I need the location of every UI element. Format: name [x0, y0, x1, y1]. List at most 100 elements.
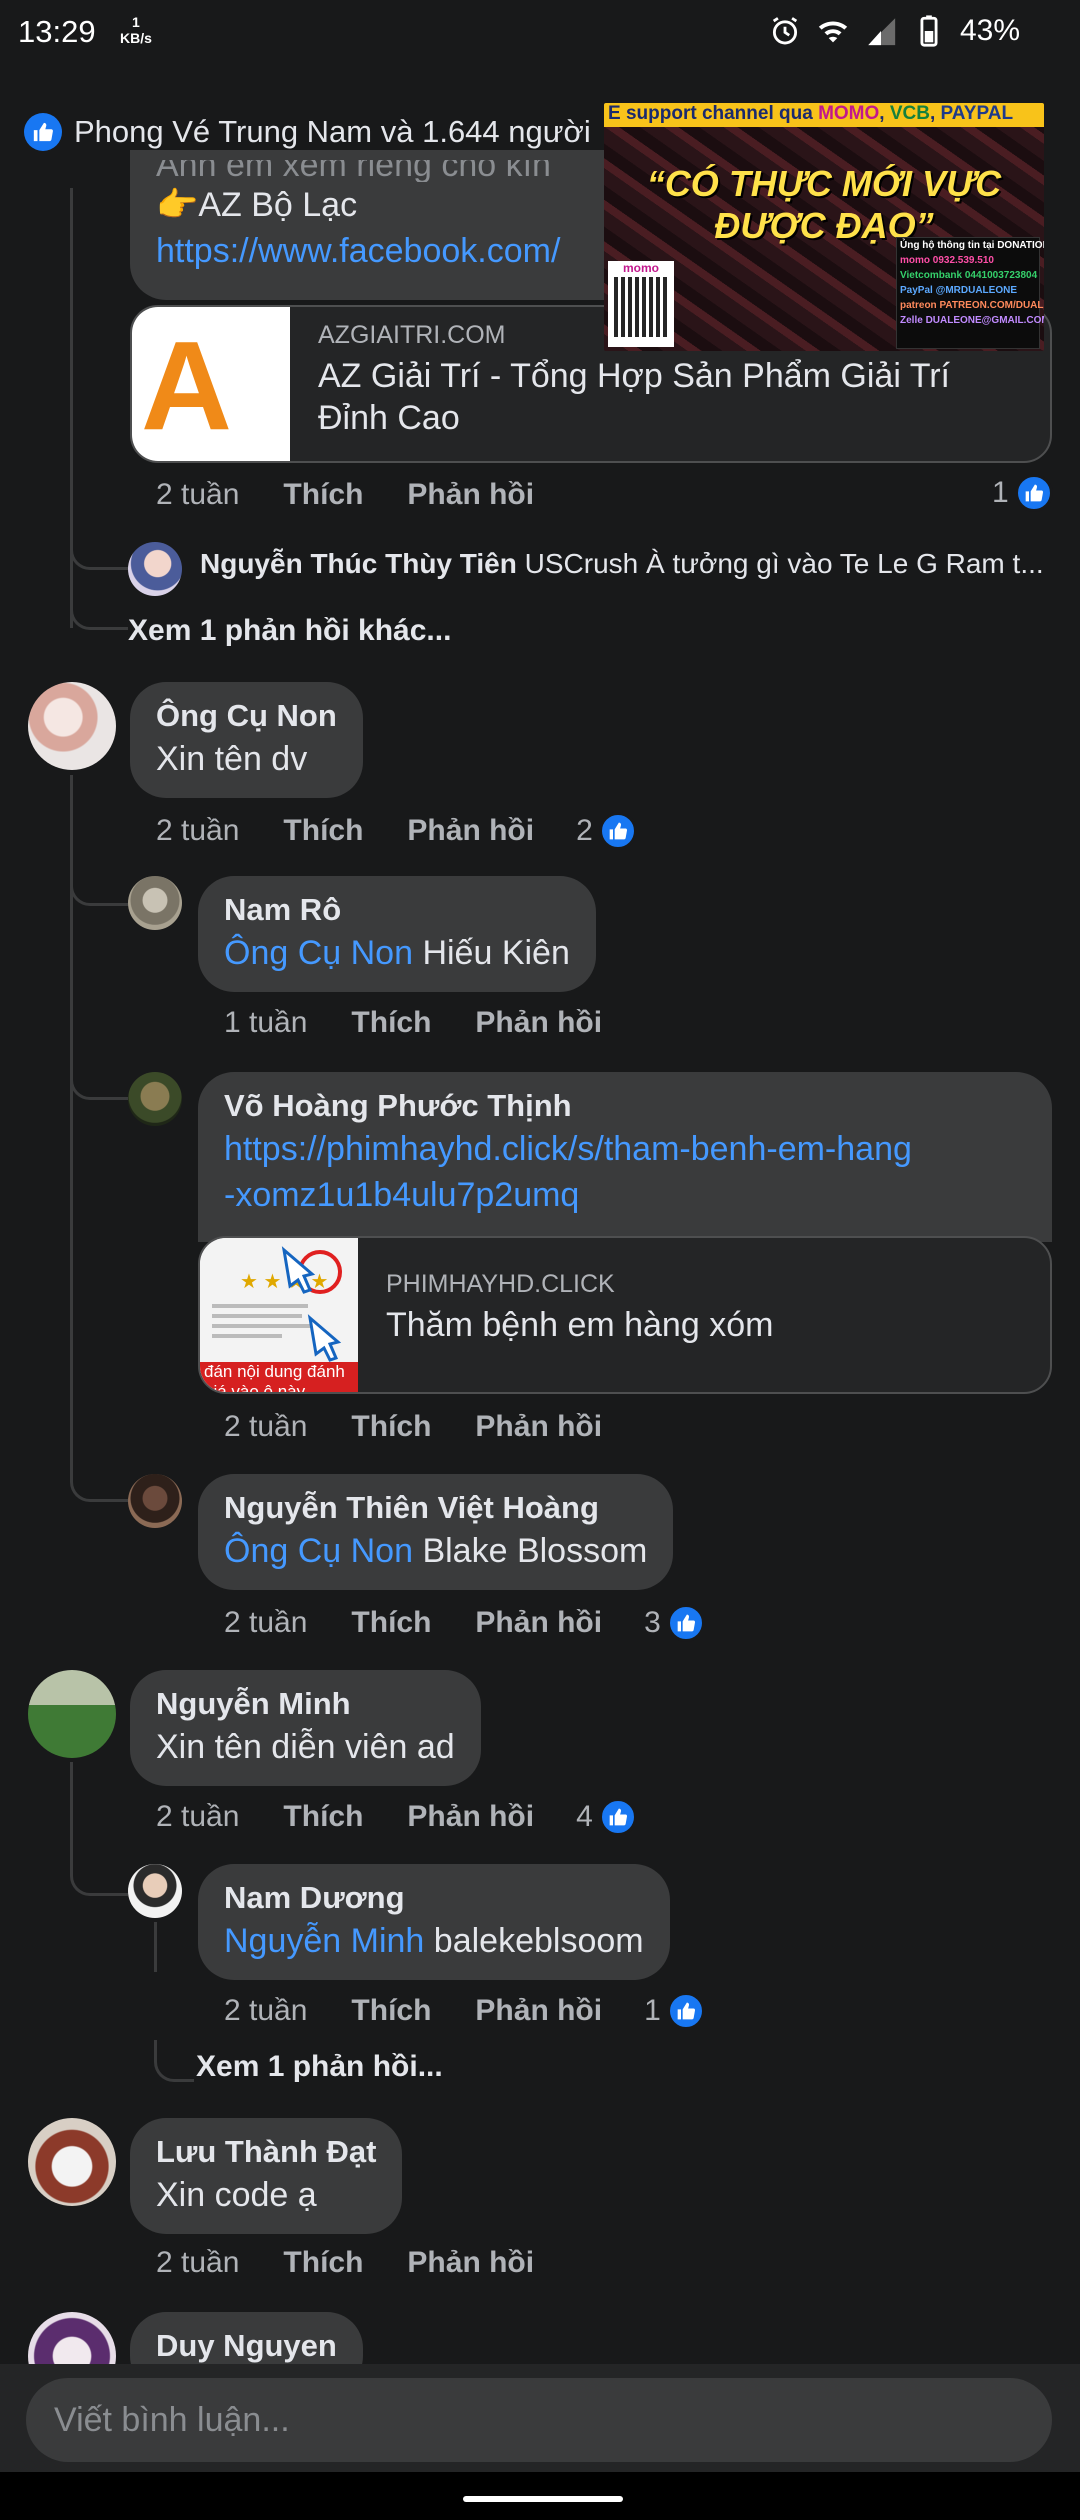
- avatar[interactable]: [28, 2118, 116, 2206]
- like-count-value: 1: [992, 476, 1009, 509]
- comment-text-body: Blake Blossom: [422, 1532, 648, 1570]
- reply-button[interactable]: Phản hồi: [407, 2246, 534, 2280]
- comment-input[interactable]: Viết bình luận...: [26, 2378, 1052, 2462]
- comment-bubble[interactable]: Lưu Thành Đạt Xin code ạ: [130, 2118, 403, 2234]
- network-speed: 1 KB/s: [120, 14, 152, 46]
- signal-icon: [868, 18, 896, 46]
- like-button[interactable]: Thích: [351, 1006, 431, 1040]
- like-count-value[interactable]: 3: [644, 1606, 661, 1640]
- comment-bubble[interactable]: Ông Cụ Non Xin tên dv: [130, 682, 363, 798]
- link-preview-card[interactable]: ★ ★ ★ ★ đán nội dung đánh giá vào ô này …: [198, 1236, 1052, 1394]
- comment-actions: 2 tuần Thích Phản hồi 3: [224, 1604, 705, 1642]
- like-count-value[interactable]: 2: [576, 814, 593, 848]
- comment-bubble[interactable]: Nguyễn Thiên Việt Hoàng Ông Cụ Non Blake…: [198, 1474, 674, 1590]
- link-preview-thumb-text: IA: [132, 315, 234, 456]
- avatar[interactable]: [128, 542, 182, 596]
- comment-author[interactable]: Nguyễn Thiên Việt Hoàng: [224, 1488, 647, 1528]
- video-banner-vcb: VCB: [889, 103, 930, 124]
- reply-button[interactable]: Phản hồi: [407, 1800, 534, 1834]
- comment-author[interactable]: Nam Dương: [224, 1878, 644, 1918]
- thread-connector: [70, 870, 128, 906]
- comment-author[interactable]: Lưu Thành Đạt: [156, 2132, 376, 2172]
- inline-reply[interactable]: Nguyễn Thúc Thùy Tiên USCrush À tưởng gì…: [200, 548, 1044, 580]
- avatar[interactable]: [128, 876, 182, 930]
- status-bar: 13:29 1 KB/s 43%: [0, 0, 1080, 72]
- avatar[interactable]: [128, 1474, 182, 1528]
- video-banner-prefix: E support channel qua: [608, 103, 819, 124]
- comment-author[interactable]: Nam Rô: [224, 890, 570, 930]
- reply-button[interactable]: Phản hồi: [475, 1006, 602, 1040]
- link-preview-domain: PHIMHAYHD.CLICK: [386, 1270, 615, 1298]
- mention-link[interactable]: Ông Cụ Non: [224, 1532, 413, 1570]
- link-preview-title-line1: AZ Giải Trí - Tổng Hợp Sản Phẩm Giải Trí: [318, 357, 950, 395]
- comment-actions: 1 tuần Thích Phản hồi: [224, 1006, 646, 1040]
- comment-text: Nguyễn Minh balekeblsoom: [224, 1918, 644, 1964]
- status-time: 13:29: [18, 14, 96, 49]
- comment-text: Ông Cụ Non Blake Blossom: [224, 1528, 647, 1574]
- like-button[interactable]: Thích: [351, 1606, 431, 1640]
- like-count-value[interactable]: 4: [576, 1800, 593, 1834]
- donation-line: Zelle DUALEONE@GMAIL.COM: [900, 315, 1044, 326]
- comment-author[interactable]: Ông Cụ Non: [156, 696, 337, 736]
- like-count-icon: [1014, 474, 1053, 512]
- thread-connector: [70, 600, 128, 630]
- like-button[interactable]: Thích: [351, 1994, 431, 2028]
- comment-time: 1 tuần: [224, 1006, 308, 1039]
- floating-video-player[interactable]: E support channel qua MOMO, VCB, PAYPAL …: [604, 103, 1044, 351]
- reply-button[interactable]: Phản hồi: [475, 1994, 602, 2028]
- thumbnail-caption: đán nội dung đánh giá vào ô này: [204, 1362, 345, 1394]
- comment-author[interactable]: Nguyễn Minh: [156, 1684, 455, 1724]
- link-preview-thumbnail: IA: [132, 307, 290, 461]
- avatar[interactable]: [128, 1864, 182, 1918]
- donation-line: momo 0932.539.510: [900, 255, 994, 266]
- donation-line: Ủng hộ thông tin tại DONATION: [900, 240, 1044, 251]
- mention-link[interactable]: Nguyễn Minh: [224, 1922, 424, 1960]
- qr-code: momo: [608, 261, 674, 347]
- comment-bubble[interactable]: Nam Dương Nguyễn Minh balekeblsoom: [198, 1864, 670, 1980]
- comment-time: 2 tuần: [224, 1994, 308, 2027]
- thread-connector: [70, 1850, 128, 1896]
- comment-text: Xin code ạ: [156, 2176, 317, 2214]
- comment-link-continued[interactable]: -xomz1u1b4ulu7p2umq: [224, 1172, 1026, 1218]
- reply-button[interactable]: Phản hồi: [407, 814, 534, 848]
- mention-link[interactable]: Ông Cụ Non: [224, 934, 413, 972]
- reply-button[interactable]: Phản hồi: [407, 478, 534, 512]
- thread-connector: [70, 540, 130, 570]
- like-count[interactable]: 1: [992, 474, 1053, 512]
- view-more-replies-link[interactable]: Xem 1 phản hồi khác...: [128, 614, 451, 648]
- avatar[interactable]: [28, 1670, 116, 1758]
- donation-line: patreon PATREON.COM/DUALEONE: [900, 300, 1044, 311]
- like-count-icon: [598, 1798, 637, 1836]
- network-speed-unit: KB/s: [120, 30, 152, 46]
- like-button[interactable]: Thích: [351, 1410, 431, 1444]
- comment-author[interactable]: Duy Nguyen: [156, 2326, 337, 2366]
- link-preview-domain: AZGIAITRI.COM: [318, 321, 506, 349]
- comment-time: 2 tuần: [156, 1800, 240, 1833]
- comment-text-body: balekeblsoom: [433, 1922, 644, 1960]
- comment-bubble[interactable]: Nam Rô Ông Cụ Non Hiếu Kiên: [198, 876, 596, 992]
- reply-button[interactable]: Phản hồi: [475, 1606, 602, 1640]
- link-preview-thumbnail: ★ ★ ★ ★ đán nội dung đánh giá vào ô này: [200, 1238, 358, 1394]
- comment-actions: 2 tuần Thích Phản hồi 2: [156, 812, 637, 850]
- inline-reply-author[interactable]: Nguyễn Thúc Thùy Tiên: [200, 548, 517, 579]
- like-button[interactable]: Thích: [283, 814, 363, 848]
- like-count-value[interactable]: 1: [644, 1994, 661, 2028]
- comment-link[interactable]: https://phimhayhd.click/s/tham-benh-em-h…: [224, 1126, 1026, 1172]
- donation-line: PayPal @MRDUALEONE: [900, 285, 1017, 296]
- reply-button[interactable]: Phản hồi: [475, 1410, 602, 1444]
- comment-bubble[interactable]: Võ Hoàng Phước Thịnh https://phimhayhd.c…: [198, 1072, 1052, 1242]
- comment-author[interactable]: Võ Hoàng Phước Thịnh: [224, 1086, 1026, 1126]
- home-gesture-handle[interactable]: [463, 2496, 623, 2502]
- like-button[interactable]: Thích: [283, 1800, 363, 1834]
- video-banner: E support channel qua MOMO, VCB, PAYPAL: [604, 103, 1044, 127]
- like-button[interactable]: Thích: [283, 2246, 363, 2280]
- donation-line: Vietcombank 0441003723804: [900, 270, 1038, 281]
- view-more-replies-link[interactable]: Xem 1 phản hồi...: [196, 2050, 443, 2084]
- comment-bubble[interactable]: Nguyễn Minh Xin tên diễn viên ad: [130, 1670, 481, 1786]
- avatar[interactable]: [128, 1072, 182, 1126]
- avatar[interactable]: [28, 682, 116, 770]
- comment-text: Ông Cụ Non Hiếu Kiên: [224, 930, 570, 976]
- alarm-icon: [772, 17, 798, 45]
- qr-code-icon: [614, 277, 668, 337]
- like-button[interactable]: Thích: [283, 478, 363, 512]
